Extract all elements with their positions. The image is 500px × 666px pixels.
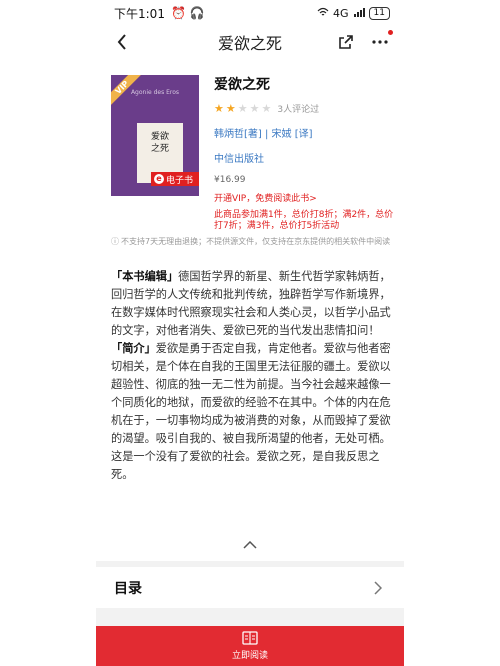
section-divider: [96, 561, 404, 567]
ebook-tag-label: 电子书: [166, 175, 194, 186]
editor-paragraph: 「本书编辑」德国哲学界的新星、新生代哲学家韩炳哲，回归哲学的人文传统和批判传统，…: [111, 268, 395, 340]
share-button[interactable]: [336, 32, 356, 52]
collapse-button[interactable]: [242, 538, 258, 552]
book-cover[interactable]: VIP Agonie des Eros 爱欲 之死 e 电子书: [111, 75, 199, 196]
status-time: 下午1:01: [114, 6, 165, 21]
cover-cn-title-line2: 之死: [150, 144, 169, 154]
headset-icon: 🎧: [189, 6, 205, 20]
star-icon: ★: [237, 102, 248, 115]
star-icon: ★: [225, 102, 236, 115]
star-icon: ★: [261, 102, 272, 115]
signal-icon: [353, 7, 365, 20]
back-arrow-icon: [117, 34, 126, 50]
battery-indicator: 11: [368, 6, 390, 20]
info-icon: ⓘ: [111, 237, 119, 246]
read-now-button[interactable]: 立即阅读: [96, 626, 404, 666]
purchase-notice: ⓘ 不支持7天无理由退换；不提供源文件，仅支持在京东提供的相关软件中阅读: [111, 236, 396, 247]
book-header: VIP Agonie des Eros 爱欲 之死 e 电子书 爱欲之死 ★ ★…: [96, 70, 404, 232]
section-divider: [96, 608, 404, 626]
status-bar: 下午1:01 ⏰ 🎧 4G 11: [96, 0, 404, 26]
book-rating: ★ ★ ★ ★ ★ 3人评论过: [214, 102, 400, 115]
intro-text: 爱欲是勇于否定自我，肯定他者。爱欲与他者密切相关，是个体在自我的王国里无法征服的…: [111, 342, 391, 481]
editor-tag: 「本书编辑」: [111, 270, 179, 283]
intro-tag: 「简介」: [111, 342, 156, 355]
cover-en-title: Agonie des Eros: [130, 89, 180, 96]
chevron-up-icon: [243, 541, 257, 549]
intro-paragraph: 「简介」爱欲是勇于否定自我，肯定他者。爱欲与他者密切相关，是个体在自我的王国里无…: [111, 340, 395, 484]
ebook-tag: e 电子书: [151, 172, 199, 186]
chevron-right-icon: [374, 581, 386, 595]
table-of-contents-row[interactable]: 目录: [96, 568, 404, 608]
signal-text: 4G: [333, 6, 349, 20]
alarm-icon: ⏰: [170, 6, 186, 20]
star-icon: ★: [249, 102, 260, 115]
ebook-e-icon: e: [154, 174, 164, 184]
more-icon: [372, 40, 388, 44]
more-button[interactable]: [370, 30, 393, 52]
book-info: 爱欲之死 ★ ★ ★ ★ ★ 3人评论过 韩炳哲[著] | 宋娀 [译] 中信出…: [214, 74, 400, 232]
notification-dot: [388, 30, 393, 35]
book-publisher[interactable]: 中信出版社: [214, 150, 400, 165]
book-description: 「本书编辑」德国哲学界的新星、新生代哲学家韩炳哲，回归哲学的人文传统和批判传统，…: [111, 268, 395, 484]
book-open-icon: [242, 631, 258, 645]
cover-cn-title-line1: 爱欲: [150, 132, 169, 142]
promo-text[interactable]: 此商品参加满1件，总价打8折；满2件，总价打7折；满3件，总价打5折活动: [214, 210, 400, 232]
review-count[interactable]: 3人评论过: [277, 102, 319, 115]
book-authors[interactable]: 韩炳哲[著] | 宋娀 [译]: [214, 125, 400, 140]
book-price: ¥16.99: [214, 175, 246, 185]
notice-text: 不支持7天无理由退换；不提供源文件，仅支持在京东提供的相关软件中阅读: [121, 237, 391, 246]
back-button[interactable]: [110, 30, 134, 54]
share-icon: [339, 35, 353, 49]
vip-link[interactable]: 开通VIP，免费阅读此书>: [214, 191, 400, 204]
wifi-icon: [317, 7, 329, 20]
star-icon: ★: [214, 102, 224, 115]
book-title: 爱欲之死: [214, 77, 270, 93]
read-now-label: 立即阅读: [231, 651, 268, 661]
nav-bar: 爱欲之死: [96, 26, 404, 58]
toc-label: 目录: [114, 581, 142, 597]
